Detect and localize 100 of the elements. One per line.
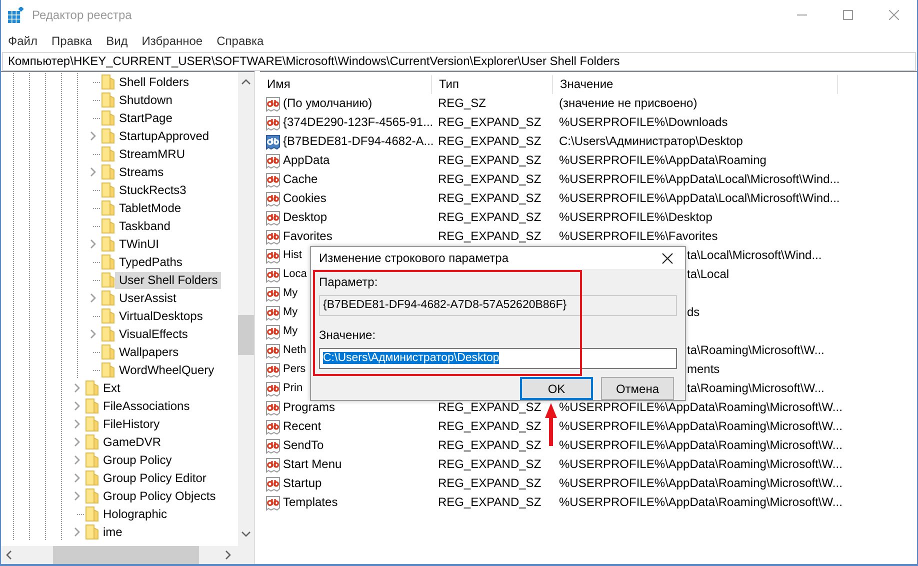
table-cell-text: %USERPROFILE%\Downloads xyxy=(558,114,728,131)
table-cell-text: REG_EXPAND_SZ xyxy=(437,475,542,492)
folder-icon xyxy=(85,506,99,522)
chevron-icon[interactable] xyxy=(73,527,81,537)
tree-item[interactable]: Holographic xyxy=(99,506,170,522)
tree-item[interactable]: ime xyxy=(99,524,126,540)
table-cell-text: ments xyxy=(687,361,720,378)
chevron-icon[interactable] xyxy=(73,383,81,393)
tree-item[interactable]: User Shell Folders xyxy=(115,272,221,288)
table-cell-text: ta\Roaming\Microsoft\W... xyxy=(687,342,824,359)
tree-item[interactable]: Shutdown xyxy=(115,92,176,108)
tree-item[interactable]: StartupApproved xyxy=(115,128,212,144)
tree-item[interactable]: VisualEffects xyxy=(115,326,191,342)
folder-icon xyxy=(85,380,99,396)
table-cell-text: %USERPROFILE%\Favorites xyxy=(558,228,718,245)
vertical-scrollbar[interactable] xyxy=(238,72,254,546)
column-header[interactable]: Имя xyxy=(260,75,432,94)
table-cell-text: %USERPROFILE%\AppData\Roaming\Microsoft\W... xyxy=(558,418,842,435)
tree-item[interactable]: Group Policy Editor xyxy=(99,470,210,486)
table-cell-text: ta\Local xyxy=(687,266,730,283)
tree-item[interactable]: Wallpapers xyxy=(115,344,182,360)
chevron-icon[interactable] xyxy=(89,293,97,303)
tree-item[interactable]: StartPage xyxy=(115,110,176,126)
menu-item[interactable]: Вид xyxy=(99,30,135,52)
chevron-icon[interactable] xyxy=(73,419,81,429)
folder-icon xyxy=(85,434,99,450)
table-cell-text: %USERPROFILE%\AppData\Local\Microsoft\Wind... xyxy=(558,171,840,188)
tree-item[interactable]: Ext xyxy=(99,380,124,396)
folder-icon xyxy=(101,218,115,234)
table-cell-text: REG_EXPAND_SZ xyxy=(437,418,542,435)
table-cell-text: My xyxy=(283,305,298,320)
tree-item[interactable]: TabletMode xyxy=(115,200,184,216)
horizontal-scrollbar[interactable] xyxy=(1,546,254,564)
folder-icon xyxy=(101,362,115,378)
folder-icon xyxy=(101,182,115,198)
tree-item[interactable]: UserAssist xyxy=(115,290,180,306)
chevron-icon[interactable] xyxy=(89,239,97,249)
chevron-icon[interactable] xyxy=(89,329,97,339)
table-cell-text: REG_EXPAND_SZ xyxy=(437,152,542,169)
table-cell-text: REG_SZ xyxy=(437,95,488,112)
table-cell-text: AppData xyxy=(283,152,330,169)
table-cell-text: %USERPROFILE%\AppData\Roaming\Microsoft\W... xyxy=(558,399,842,416)
parameter-field[interactable]: {B7BEDE81-DF94-4682-A7D8-57A52620B86F} xyxy=(319,295,677,316)
tree-item[interactable]: VirtualDesktops xyxy=(115,308,206,324)
tree-item[interactable]: Group Policy Objects xyxy=(99,488,219,504)
chevron-icon[interactable] xyxy=(89,167,97,177)
chevron-icon[interactable] xyxy=(73,401,81,411)
column-header[interactable]: Тип xyxy=(432,75,553,94)
folder-icon xyxy=(101,254,115,270)
table-cell-text: %USERPROFILE%\AppData\Roaming\Microsoft\W... xyxy=(558,456,842,473)
tree-item[interactable]: WordWheelQuery xyxy=(115,362,218,378)
scroll-thumb[interactable] xyxy=(53,546,199,564)
table-cell-text: Cache xyxy=(283,171,318,188)
tree-item[interactable]: Streams xyxy=(115,164,167,180)
tree-item[interactable]: FileHistory xyxy=(99,416,163,432)
folder-icon xyxy=(101,92,115,108)
tree-item[interactable]: TWinUI xyxy=(115,236,162,252)
value-field[interactable]: C:\Users\Администратор\Desktop xyxy=(319,348,677,369)
table-cell-text: Hist xyxy=(283,248,302,263)
tree-item[interactable]: GameDVR xyxy=(99,434,164,450)
tree-item[interactable]: Group Policy xyxy=(99,452,175,468)
folder-icon xyxy=(101,308,115,324)
folder-icon xyxy=(101,236,115,252)
pointer-arrow xyxy=(545,403,557,446)
tree-item[interactable]: Taskband xyxy=(115,218,174,234)
column-header[interactable]: Значение xyxy=(553,75,838,94)
menu-item[interactable]: Избранное xyxy=(134,30,210,52)
menu-item[interactable]: Правка xyxy=(44,30,100,52)
chevron-icon[interactable] xyxy=(73,491,81,501)
maximize-icon[interactable] xyxy=(843,10,853,20)
folder-icon xyxy=(85,452,99,468)
menu-item[interactable]: Справка xyxy=(210,30,271,52)
chevron-icon[interactable] xyxy=(73,455,81,465)
close-icon[interactable] xyxy=(662,252,673,264)
tree-item[interactable]: StreamMRU xyxy=(115,146,188,162)
tree-item[interactable]: FileAssociations xyxy=(99,398,193,414)
field-label: Значение: xyxy=(319,328,376,342)
table-cell-text: Startup xyxy=(283,475,322,492)
address-field[interactable]: Компьютер\HKEY_CURRENT_USER\SOFTWARE\Microsoft\Windows\CurrentVersion\Explorer\User Shell Folders xyxy=(2,52,916,71)
chevron-icon[interactable] xyxy=(73,437,81,447)
folder-icon xyxy=(101,290,115,306)
scroll-thumb[interactable] xyxy=(238,315,254,355)
table-cell-text: {374DE290-123F-4565-91... xyxy=(283,114,434,131)
table-cell-text: Favorites xyxy=(283,228,332,245)
table-cell-text: Prin xyxy=(283,381,303,396)
cancel-button[interactable]: Отмена xyxy=(601,377,674,400)
table-cell-text: REG_EXPAND_SZ xyxy=(437,494,542,511)
table-cell-text: REG_EXPAND_SZ xyxy=(437,190,542,207)
menu-item[interactable]: Файл xyxy=(1,30,45,52)
folder-icon xyxy=(101,326,115,342)
chevron-icon[interactable] xyxy=(73,473,81,483)
table-cell-text: My xyxy=(283,286,298,301)
chevron-icon[interactable] xyxy=(89,131,97,141)
tree-item[interactable]: StuckRects3 xyxy=(115,182,190,198)
ok-button[interactable]: OK xyxy=(520,377,593,400)
table-cell-text: Pers xyxy=(283,362,306,377)
table-cell-text: REG_EXPAND_SZ xyxy=(437,437,542,454)
table-cell-text: (значение не присвоено) xyxy=(558,95,698,112)
tree-item[interactable]: TypedPaths xyxy=(115,254,186,270)
tree-item[interactable]: Shell Folders xyxy=(115,74,192,90)
